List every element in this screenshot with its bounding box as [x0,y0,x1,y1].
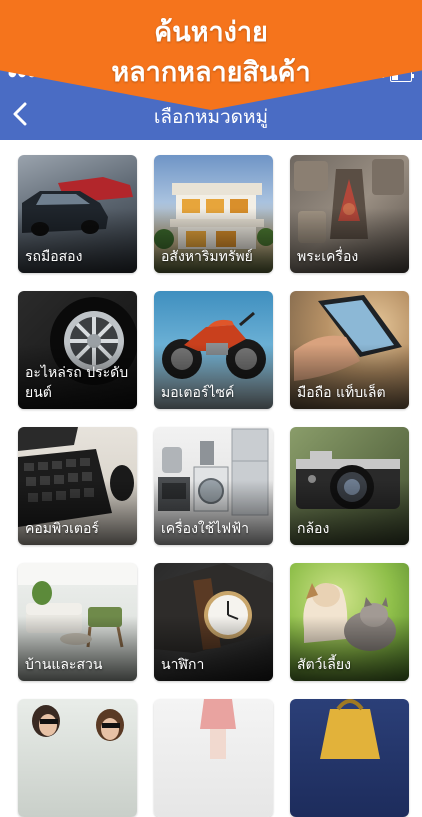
category-tile-fashion-bag[interactable] [290,699,409,817]
category-label: สัตว์เลี้ยง [297,657,351,673]
fashion-bag-icon [320,699,380,759]
category-tile-cameras[interactable]: กล้อง [290,427,409,545]
category-label: อสังหาริมทรัพย์ [161,249,253,265]
category-tile-watches[interactable]: นาฬิกา [154,563,273,681]
category-tile-fashion-dress[interactable] [154,699,273,817]
category-tile-motorcycles[interactable]: มอเตอร์ไซค์ [154,291,273,409]
fashion-women-icon [32,705,124,741]
category-tile-used-cars[interactable]: รถมือสอง [18,155,137,273]
category-tile-fashion-women[interactable] [18,699,137,817]
category-tile-home-garden[interactable]: บ้านและสวน [18,563,137,681]
category-label: กล้อง [297,521,330,537]
category-label: มอเตอร์ไซค์ [161,385,235,401]
category-label: รถมือสอง [25,249,83,265]
category-tile-amulets[interactable]: พระเครื่อง [290,155,409,273]
category-label: มือถือ แท็บเล็ต [297,385,386,401]
category-label: อะไหล่รถ ประดับยนต์ [25,365,129,401]
category-label: พระเครื่อง [297,249,359,265]
category-tile-pets[interactable]: สัตว์เลี้ยง [290,563,409,681]
banner-line-1: ค้นหาง่าย [154,17,268,48]
category-tile-real-estate[interactable]: อสังหาริมทรัพย์ [154,155,273,273]
category-tile-car-parts[interactable]: อะไหล่รถ ประดับยนต์ [18,291,137,409]
category-tile-computers[interactable]: คอมพิวเตอร์ [18,427,137,545]
fashion-dress-icon [200,699,236,759]
category-label: บ้านและสวน [25,657,103,673]
category-label: นาฬิกา [161,657,205,673]
category-tile-mobile-tablet[interactable]: มือถือ แท็บเล็ต [290,291,409,409]
category-label: คอมพิวเตอร์ [25,521,99,537]
category-tile-appliances[interactable]: เครื่องใช้ไฟฟ้า [154,427,273,545]
category-grid: รถมือสอง อสังหาริมทรัพย์ พระเครื่อง อะไห… [0,140,422,817]
category-label: เครื่องใช้ไฟฟ้า [161,521,249,537]
